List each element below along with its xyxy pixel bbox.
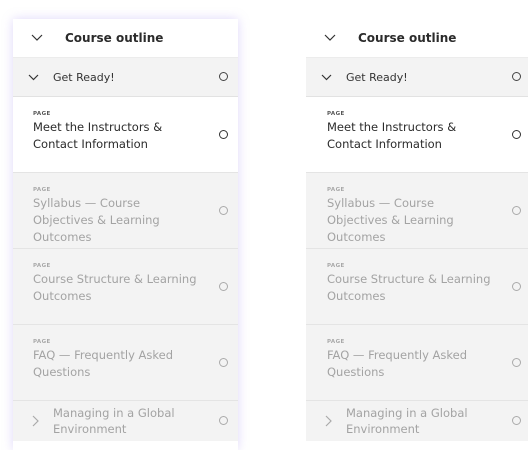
outline-item-faq[interactable]: PAGE FAQ — Frequently Asked Questions <box>13 325 238 401</box>
item-title: Syllabus — Course Objectives & Learning … <box>327 196 454 244</box>
item-title: Course Structure & Learning Outcomes <box>327 272 491 303</box>
circle-status-icon <box>512 416 521 425</box>
course-outline-panel: Course outline Get Ready! PAGE Meet the … <box>306 19 528 450</box>
circle-status-icon <box>219 357 228 367</box>
circle-status-icon <box>219 281 228 291</box>
circle-status-icon <box>219 416 228 425</box>
course-outline-header[interactable]: Course outline <box>306 19 528 58</box>
item-title: Course Structure & Learning Outcomes <box>33 272 197 303</box>
item-title: FAQ — Frequently Asked Questions <box>33 348 174 379</box>
subsection-title: Managing in a Global Environment <box>53 406 175 436</box>
course-outline-panel-focused: Course outline Get Ready! PAGE Meet the … <box>13 19 238 450</box>
circle-status-icon <box>219 205 228 215</box>
chevron-down-icon[interactable] <box>306 74 346 81</box>
subsection-managing-global[interactable]: Managing in a Global Environment <box>13 401 238 441</box>
circle-status-icon <box>219 129 228 139</box>
circle-status-icon <box>512 72 521 81</box>
stage: Course outline Get Ready! PAGE Meet the … <box>0 0 528 450</box>
circle-status-icon <box>512 281 521 291</box>
course-outline-title: Course outline <box>65 31 164 45</box>
outline-item-course-structure[interactable]: PAGE Course Structure & Learning Outcome… <box>13 249 238 325</box>
item-title: Meet the Instructors & Contact Informati… <box>327 120 457 151</box>
outline-item-syllabus[interactable]: PAGE Syllabus — Course Objectives & Lear… <box>306 173 528 249</box>
item-title: Syllabus — Course Objectives & Learning … <box>33 196 160 244</box>
chevron-right-icon[interactable] <box>306 415 346 427</box>
item-type-label: PAGE <box>327 187 345 193</box>
outline-item-course-structure[interactable]: PAGE Course Structure & Learning Outcome… <box>306 249 528 325</box>
chevron-down-icon[interactable] <box>13 74 53 81</box>
circle-status-icon <box>219 72 228 81</box>
subsection-managing-global[interactable]: Managing in a Global Environment <box>306 401 528 441</box>
item-title: FAQ — Frequently Asked Questions <box>327 348 468 379</box>
outline-item-faq[interactable]: PAGE FAQ — Frequently Asked Questions <box>306 325 528 401</box>
item-type-label: PAGE <box>327 111 345 117</box>
circle-status-icon <box>512 205 521 215</box>
item-type-label: PAGE <box>33 111 51 117</box>
course-outline-title: Course outline <box>358 31 457 45</box>
chevron-down-icon[interactable] <box>13 34 61 42</box>
item-type-label: PAGE <box>33 187 51 193</box>
section-title: Get Ready! <box>346 70 408 84</box>
section-get-ready[interactable]: Get Ready! <box>306 58 528 97</box>
outline-item-meet-instructors[interactable]: PAGE Meet the Instructors & Contact Info… <box>13 97 238 173</box>
course-outline-header[interactable]: Course outline <box>13 19 238 58</box>
item-title: Meet the Instructors & Contact Informati… <box>33 120 163 151</box>
section-get-ready[interactable]: Get Ready! <box>13 58 238 97</box>
chevron-down-icon[interactable] <box>306 34 354 42</box>
item-type-label: PAGE <box>327 263 345 269</box>
subsection-title: Managing in a Global Environment <box>346 406 468 436</box>
item-type-label: PAGE <box>33 339 51 345</box>
chevron-right-icon[interactable] <box>13 415 53 427</box>
outline-item-meet-instructors[interactable]: PAGE Meet the Instructors & Contact Info… <box>306 97 528 173</box>
item-type-label: PAGE <box>33 263 51 269</box>
item-type-label: PAGE <box>327 339 345 345</box>
circle-status-icon <box>512 357 521 367</box>
section-title: Get Ready! <box>53 70 115 84</box>
outline-item-syllabus[interactable]: PAGE Syllabus — Course Objectives & Lear… <box>13 173 238 249</box>
circle-status-icon <box>512 129 521 139</box>
